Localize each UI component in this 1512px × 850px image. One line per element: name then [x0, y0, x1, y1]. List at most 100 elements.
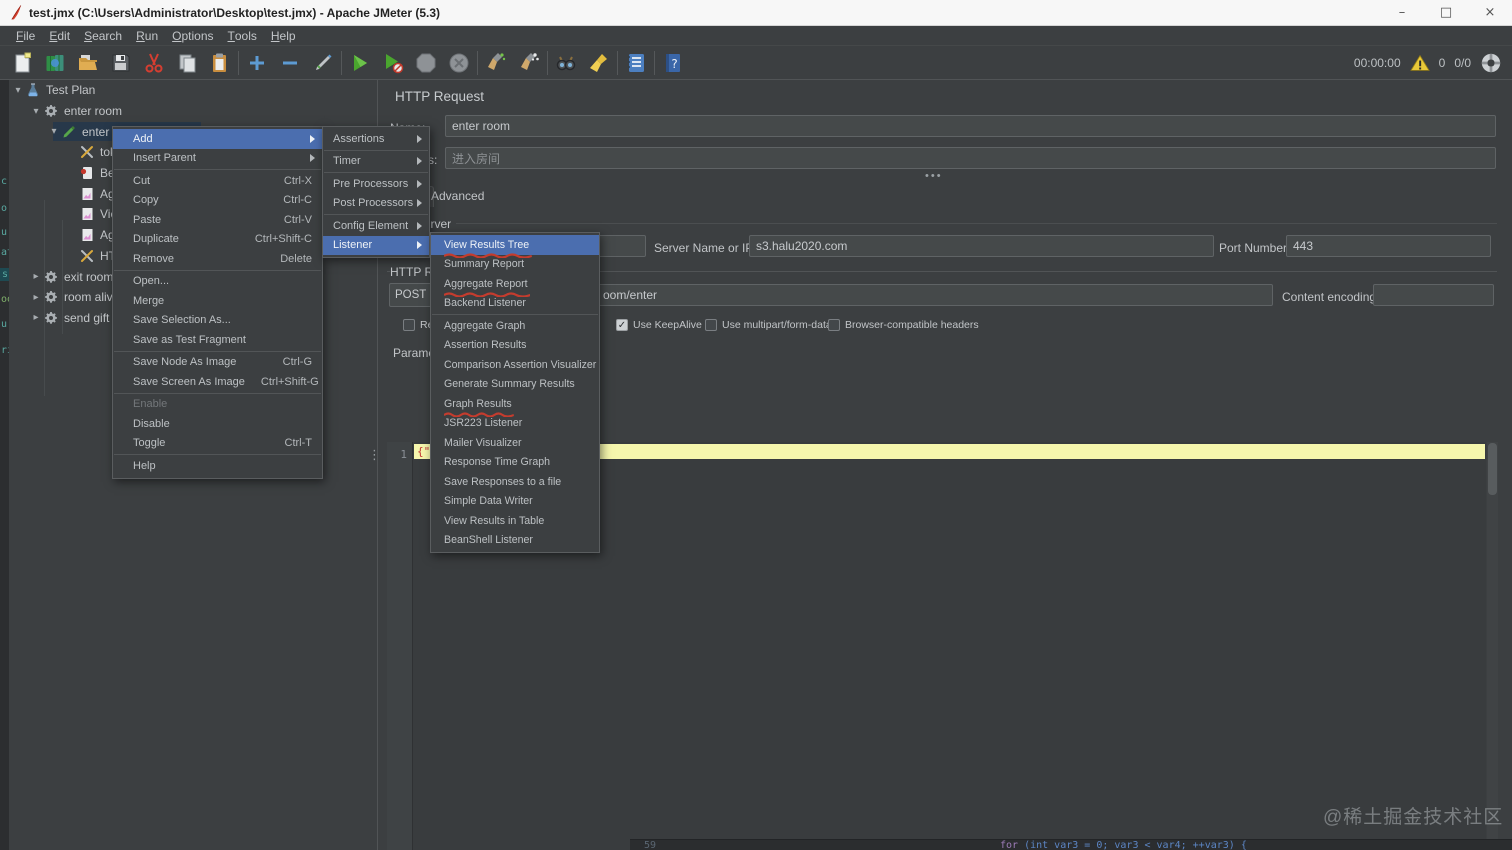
collapse-all-icon[interactable]: [278, 51, 302, 75]
listener-submenu-item-aggregate-report[interactable]: Aggregate Report: [431, 274, 599, 298]
menu-options[interactable]: Options: [165, 26, 220, 45]
clear-icon[interactable]: [484, 51, 508, 75]
submenu-arrow-icon: [417, 157, 422, 166]
context-menu-item-save-node-as-image[interactable]: Save Node As Image Ctrl-G: [113, 353, 322, 373]
toggle-icon[interactable]: [311, 51, 335, 75]
expand-all-icon[interactable]: [245, 51, 269, 75]
menu-help[interactable]: Help: [264, 26, 303, 45]
chevron-down-icon[interactable]: ▾: [47, 126, 61, 137]
add-submenu-item-listener[interactable]: Listener: [323, 235, 429, 255]
menu-separator: [324, 214, 428, 215]
menu-item-shortcut: Ctrl-C: [283, 194, 312, 207]
checkbox-use-multipart-form-data[interactable]: Use multipart/form-data: [705, 319, 832, 331]
name-input[interactable]: [445, 115, 1496, 137]
menu-edit[interactable]: Edit: [42, 26, 77, 45]
chevron-right-icon[interactable]: ▸: [29, 312, 43, 323]
listener-submenu-item-backend-listener[interactable]: Backend Listener: [431, 294, 599, 314]
menu-tools[interactable]: Tools: [221, 26, 264, 45]
context-menu-item-save-as-test-fragment[interactable]: Save as Test Fragment: [113, 330, 322, 350]
editor-line-number: 1: [400, 448, 407, 461]
port-number-input[interactable]: [1286, 235, 1491, 257]
paste-icon[interactable]: [208, 51, 232, 75]
add-submenu-item-post-processors[interactable]: Post Processors: [323, 194, 429, 214]
shutdown-icon[interactable]: [447, 51, 471, 75]
listener-submenu-item-view-results-in-table[interactable]: View Results in Table: [431, 511, 599, 531]
server-name-input[interactable]: [749, 235, 1214, 257]
context-menu-item-disable[interactable]: Disable: [113, 414, 322, 434]
menu-item-label: Toggle: [133, 437, 166, 450]
path-input[interactable]: oom/enter: [497, 284, 1273, 306]
chevron-right-icon[interactable]: ▸: [29, 271, 43, 282]
tree-node-test-plan[interactable]: ▾ Test Plan: [9, 80, 377, 101]
context-menu-item-toggle[interactable]: Toggle Ctrl-T: [113, 434, 322, 454]
menu-file[interactable]: File: [9, 26, 42, 45]
context-menu-item-duplicate[interactable]: Duplicate Ctrl+Shift-C: [113, 230, 322, 250]
checkbox-re[interactable]: Re: [403, 319, 433, 331]
section-splitter-dots[interactable]: •••: [925, 170, 943, 182]
listener-submenu-item-assertion-results[interactable]: Assertion Results: [431, 336, 599, 356]
context-menu-item-remove[interactable]: Remove Delete: [113, 249, 322, 269]
templates-icon[interactable]: [43, 51, 67, 75]
listener-submenu-item-comparison-assertion-visualizer[interactable]: Comparison Assertion Visualizer: [431, 355, 599, 375]
warning-indicator-icon[interactable]: [1409, 54, 1430, 72]
save-icon[interactable]: [109, 51, 133, 75]
context-menu-item-paste[interactable]: Paste Ctrl-V: [113, 210, 322, 230]
listener-submenu-item-beanshell-listener[interactable]: BeanShell Listener: [431, 531, 599, 551]
checkbox-use-keepalive[interactable]: ✓ Use KeepAlive: [616, 319, 702, 331]
menu-run[interactable]: Run: [129, 26, 165, 45]
chevron-down-icon[interactable]: ▾: [29, 106, 43, 117]
cut-icon[interactable]: [142, 51, 166, 75]
minimize-button[interactable]: –: [1380, 0, 1424, 25]
listener-submenu-item-summary-report[interactable]: Summary Report: [431, 255, 599, 275]
copy-icon[interactable]: [175, 51, 199, 75]
listener-submenu-item-save-responses-to-a-file[interactable]: Save Responses to a file: [431, 472, 599, 492]
clear-all-icon[interactable]: [517, 51, 541, 75]
stop-icon[interactable]: [414, 51, 438, 75]
editor-vertical-scrollbar[interactable]: [1487, 442, 1498, 850]
content-encoding-input[interactable]: [1373, 284, 1494, 306]
tab-advanced[interactable]: Advanced: [423, 186, 492, 206]
listener-submenu-item-response-time-graph[interactable]: Response Time Graph: [431, 453, 599, 473]
context-menu-item-add[interactable]: Add: [113, 129, 322, 149]
checkbox-browser-compatible-headers[interactable]: Browser-compatible headers: [828, 319, 979, 331]
function-helper-icon[interactable]: [624, 51, 648, 75]
add-submenu-item-pre-processors[interactable]: Pre Processors: [323, 174, 429, 194]
context-menu-item-help[interactable]: Help: [113, 456, 322, 476]
tree-node-enter-room[interactable]: ▾ enter room: [9, 101, 377, 122]
context-menu-item-merge[interactable]: Merge: [113, 291, 322, 311]
listener-submenu-item-view-results-tree[interactable]: View Results Tree: [431, 235, 599, 259]
context-menu-item-save-screen-as-image[interactable]: Save Screen As Image Ctrl+Shift-G: [113, 372, 322, 392]
context-menu-item-open-[interactable]: Open...: [113, 272, 322, 292]
help-icon[interactable]: ?: [661, 51, 685, 75]
new-file-icon[interactable]: [10, 51, 34, 75]
listener-submenu-item-graph-results[interactable]: Graph Results: [431, 394, 599, 418]
listener-submenu-item-simple-data-writer[interactable]: Simple Data Writer: [431, 492, 599, 512]
listener-submenu-item-aggregate-graph[interactable]: Aggregate Graph: [431, 316, 599, 336]
add-submenu-item-assertions[interactable]: Assertions: [323, 129, 429, 149]
comments-input[interactable]: [445, 147, 1496, 169]
search-reset-icon[interactable]: [587, 51, 611, 75]
start-no-pauses-icon[interactable]: [381, 51, 405, 75]
open-icon[interactable]: [76, 51, 100, 75]
close-button[interactable]: ×: [1468, 0, 1512, 25]
splitter-grip[interactable]: ⋮: [368, 449, 381, 472]
thread-status-wheel-icon[interactable]: [1480, 52, 1502, 74]
warning-count[interactable]: 0: [1439, 56, 1446, 70]
search-icon[interactable]: [554, 51, 578, 75]
start-icon[interactable]: [348, 51, 372, 75]
toolbar-separator: [654, 50, 655, 75]
add-submenu-item-config-element[interactable]: Config Element: [323, 216, 429, 236]
scrollbar-thumb[interactable]: [1488, 443, 1497, 495]
chevron-right-icon[interactable]: ▸: [29, 292, 43, 303]
listener-submenu-item-jsr223-listener[interactable]: JSR223 Listener: [431, 414, 599, 434]
add-submenu-item-timer[interactable]: Timer: [323, 152, 429, 172]
menu-search[interactable]: Search: [77, 26, 129, 45]
maximize-button[interactable]: □: [1424, 0, 1468, 25]
context-menu-item-insert-parent[interactable]: Insert Parent: [113, 149, 322, 169]
chevron-down-icon[interactable]: ▾: [11, 85, 25, 96]
context-menu-item-copy[interactable]: Copy Ctrl-C: [113, 191, 322, 211]
listener-submenu-item-generate-summary-results[interactable]: Generate Summary Results: [431, 375, 599, 395]
listener-submenu-item-mailer-visualizer[interactable]: Mailer Visualizer: [431, 433, 599, 453]
context-menu-item-cut[interactable]: Cut Ctrl-X: [113, 171, 322, 191]
context-menu-item-save-selection-as-[interactable]: Save Selection As...: [113, 311, 322, 331]
